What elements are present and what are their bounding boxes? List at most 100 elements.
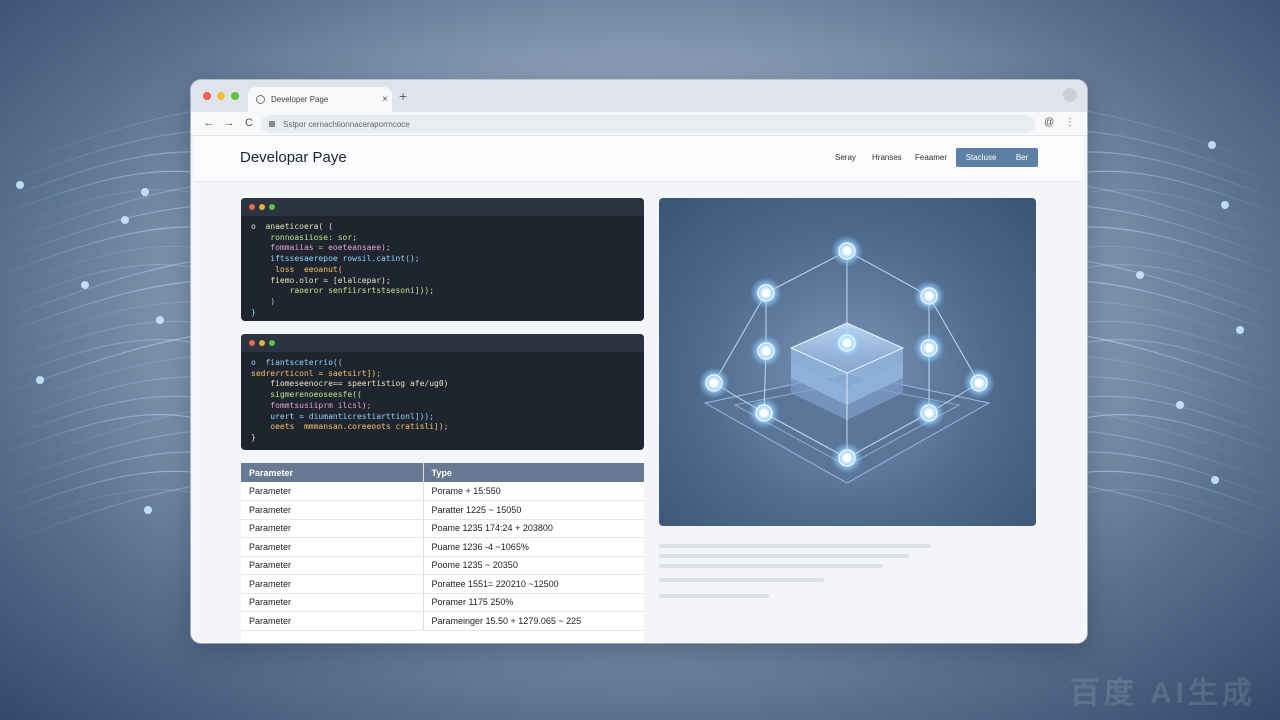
light-dot bbox=[16, 181, 24, 189]
light-streak bbox=[1079, 205, 1280, 261]
light-dot bbox=[141, 188, 149, 196]
light-streak bbox=[0, 470, 201, 516]
light-streak bbox=[1079, 170, 1280, 216]
table-cell-parameter: Parameter bbox=[241, 482, 424, 501]
reload-icon[interactable]: C bbox=[241, 115, 257, 131]
code-dot-green bbox=[269, 340, 275, 346]
light-streak bbox=[0, 409, 201, 471]
browser-window: Developer Page × + ← → C Sstpor cernacht… bbox=[191, 80, 1087, 643]
window-close-dot[interactable] bbox=[203, 92, 211, 100]
code-line: ronnoasiiose: sor; bbox=[270, 232, 357, 242]
table-cell-parameter: Parameter bbox=[241, 500, 424, 520]
light-streak bbox=[1079, 409, 1280, 471]
light-streak bbox=[0, 395, 201, 441]
code-block-header bbox=[241, 198, 644, 216]
browser-toolbar: ← → C Sstpor cernachtionnaceraporrncoce … bbox=[191, 112, 1087, 136]
parameter-table: Parameter Type Parameter Porame + 15:550 P… bbox=[241, 463, 644, 643]
text-placeholder-line bbox=[659, 544, 931, 548]
code-text: o anaeticoera( ( ronnoasiiose: sor; fomm… bbox=[241, 216, 644, 321]
light-dot bbox=[144, 506, 152, 514]
light-dot bbox=[1136, 271, 1144, 279]
table-header-type: Type bbox=[423, 463, 644, 482]
code-line: fiomeseenocre== speertistiog afe/ug0) bbox=[270, 379, 449, 389]
code-dot-red bbox=[249, 204, 255, 210]
nav-link-feaamer[interactable]: Feaamer bbox=[915, 153, 947, 162]
light-streak bbox=[1079, 334, 1280, 396]
tab-title: Developer Page bbox=[271, 95, 329, 104]
window-minimize-dot[interactable] bbox=[217, 92, 225, 100]
light-streak bbox=[0, 280, 201, 336]
code-line: o anaeticoera( ( bbox=[251, 222, 333, 231]
network-node bbox=[831, 235, 863, 267]
light-dot bbox=[1176, 401, 1184, 409]
network-node bbox=[913, 332, 945, 364]
table-cell-type: Porattee 1551= 220210 ~12500 bbox=[423, 574, 644, 594]
light-streak bbox=[0, 170, 201, 216]
light-dot bbox=[81, 281, 89, 289]
network-node bbox=[698, 367, 730, 399]
browser-tab[interactable]: Developer Page × bbox=[248, 87, 392, 112]
network-node bbox=[748, 397, 780, 429]
light-streak bbox=[0, 430, 201, 486]
code-line: fiemo.olor = [elalcepar); bbox=[270, 275, 391, 285]
account-icon[interactable]: @ bbox=[1044, 115, 1054, 131]
text-placeholder-line bbox=[659, 564, 883, 568]
light-streak bbox=[0, 245, 201, 291]
light-dot bbox=[156, 316, 164, 324]
lock-icon bbox=[269, 121, 275, 127]
text-placeholder-line bbox=[659, 554, 909, 558]
code-line: raoeror senfiirsrtstsesoni])); bbox=[289, 286, 435, 296]
code-block-1: o anaeticoera( ( ronnoasiiose: sor; fomm… bbox=[241, 198, 644, 321]
light-streak bbox=[1079, 245, 1280, 291]
cta-label-secondary: Ber bbox=[1015, 153, 1029, 162]
code-text: o fiantsceterrio(( sedrerrticonl = saets… bbox=[241, 352, 644, 450]
nav-link-hranses[interactable]: Hranses bbox=[872, 153, 902, 162]
light-streak bbox=[1079, 430, 1280, 486]
network-node bbox=[831, 327, 863, 359]
light-dot bbox=[121, 216, 129, 224]
light-dot bbox=[36, 376, 44, 384]
light-streak bbox=[1079, 130, 1280, 186]
code-line: o fiantsceterrio(( bbox=[251, 358, 343, 367]
light-streak bbox=[0, 259, 201, 321]
tab-close-icon[interactable]: × bbox=[378, 94, 392, 105]
light-streak bbox=[0, 109, 201, 171]
table-cell-type: Parameinger 15.50 + 1279.065 ~ 225 bbox=[423, 611, 644, 631]
light-dot bbox=[1221, 201, 1229, 209]
page-content: Developar Paye Seray Hranses Feaamer Sta… bbox=[195, 136, 1083, 643]
text-placeholder-line bbox=[659, 578, 824, 582]
table-cell-parameter: Parameter bbox=[241, 611, 424, 631]
network-node bbox=[750, 277, 782, 309]
code-dot-yellow bbox=[259, 340, 265, 346]
code-dot-yellow bbox=[259, 204, 265, 210]
text-placeholder-line bbox=[659, 594, 769, 598]
table-cell-parameter: Parameter bbox=[241, 537, 424, 557]
table-cell-type: Puame 1236 -4 ~1065% bbox=[423, 537, 644, 557]
profile-avatar[interactable] bbox=[1063, 88, 1077, 102]
code-line: fommaiias = eoeteansaee); bbox=[270, 243, 391, 253]
code-line: fommtsusiiprm ilcsl); bbox=[270, 400, 372, 410]
table-cell-parameter: Parameter bbox=[241, 519, 424, 538]
light-streak bbox=[1079, 280, 1280, 336]
address-bar[interactable]: Sstpor cernachtionnaceraporrncoce bbox=[261, 115, 1035, 133]
code-line: urert = diumanticrestiarttionl])); bbox=[270, 411, 435, 421]
table-row: Parameter Poramer 1175 250% bbox=[241, 593, 644, 612]
nav-link-seray[interactable]: Seray bbox=[835, 153, 856, 162]
table-row: Parameter Porattee 1551= 220210 ~12500 bbox=[241, 574, 644, 594]
back-icon[interactable]: ← bbox=[201, 115, 217, 131]
table-row: Parameter Poame 1235 174:24 + 203800 bbox=[241, 519, 644, 538]
cta-button[interactable]: Stacluse Ber bbox=[956, 148, 1038, 167]
page-title: Developar Paye bbox=[240, 149, 347, 166]
window-maximize-dot[interactable] bbox=[231, 92, 239, 100]
table-cell-parameter: Parameter bbox=[241, 556, 424, 575]
light-streak bbox=[0, 130, 201, 186]
new-tab-button[interactable]: + bbox=[399, 88, 407, 104]
code-line: sigmerenoeoseesfe(( bbox=[270, 390, 362, 400]
code-block-2: o fiantsceterrio(( sedrerrticonl = saets… bbox=[241, 334, 644, 450]
light-streak bbox=[1079, 470, 1280, 516]
url-text: Sstpor cernachtionnaceraporrncoce bbox=[283, 119, 410, 129]
forward-icon[interactable]: → bbox=[221, 115, 237, 131]
menu-icon[interactable]: ⋮ bbox=[1065, 115, 1075, 131]
cta-label-primary: Stacluse bbox=[965, 153, 997, 162]
code-line: iftssesaerepoe rowsil.catint(); bbox=[270, 254, 420, 264]
